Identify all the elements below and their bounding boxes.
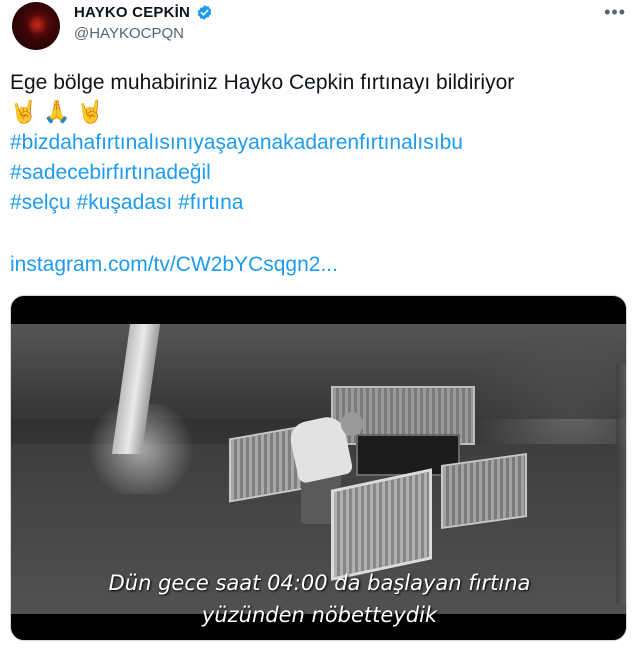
rock-hand-emoji-icon: 🤘 [76,99,104,124]
hashtag-link[interactable]: #selçu #kuşadası #fırtına [10,188,625,218]
praying-hands-emoji-icon: 🙏 [43,99,71,124]
author-handle[interactable]: @HAYKOCPQN [74,25,184,42]
video-subtitle-line2: yüzünden nöbetteydik [201,603,438,627]
instagram-link[interactable]: instagram.com/tv/CW2bYCsqgn2... [10,250,625,280]
author-display-name[interactable]: HAYKO CEPKİN [74,4,190,21]
video-subtitle-line1: Dün gece saat 04:00 da başlayan fırtına [108,571,531,595]
more-options-icon[interactable]: ••• [604,2,626,23]
emoji-row: 🤘 🙏 🤘 [10,98,625,128]
verified-badge-icon [197,5,212,20]
tweet-text-line: Ege bölge muhabiriniz Hayko Cepkin fırtı… [10,71,515,94]
avatar[interactable] [12,2,60,50]
tweet-text: Ege bölge muhabiriniz Hayko Cepkin fırtı… [10,68,625,280]
text-spacer [10,218,625,250]
rock-hand-emoji-icon: 🤘 [10,99,38,124]
video-chair-right [441,452,527,530]
video-media[interactable]: Dün gece saat 04:00 da başlayan fırtına … [10,295,627,641]
video-person-head [341,412,363,436]
hashtag-link[interactable]: #sadecebirfırtınadeğil [10,158,625,188]
hashtag-link[interactable]: #bizdahafırtınalısınıyaşayanakadarenfırt… [10,128,625,158]
author-name-row: HAYKO CEPKİN [74,4,213,21]
avatar-glow [28,14,46,36]
tweet-header: HAYKO CEPKİN @HAYKOCPQN ••• [0,0,640,60]
